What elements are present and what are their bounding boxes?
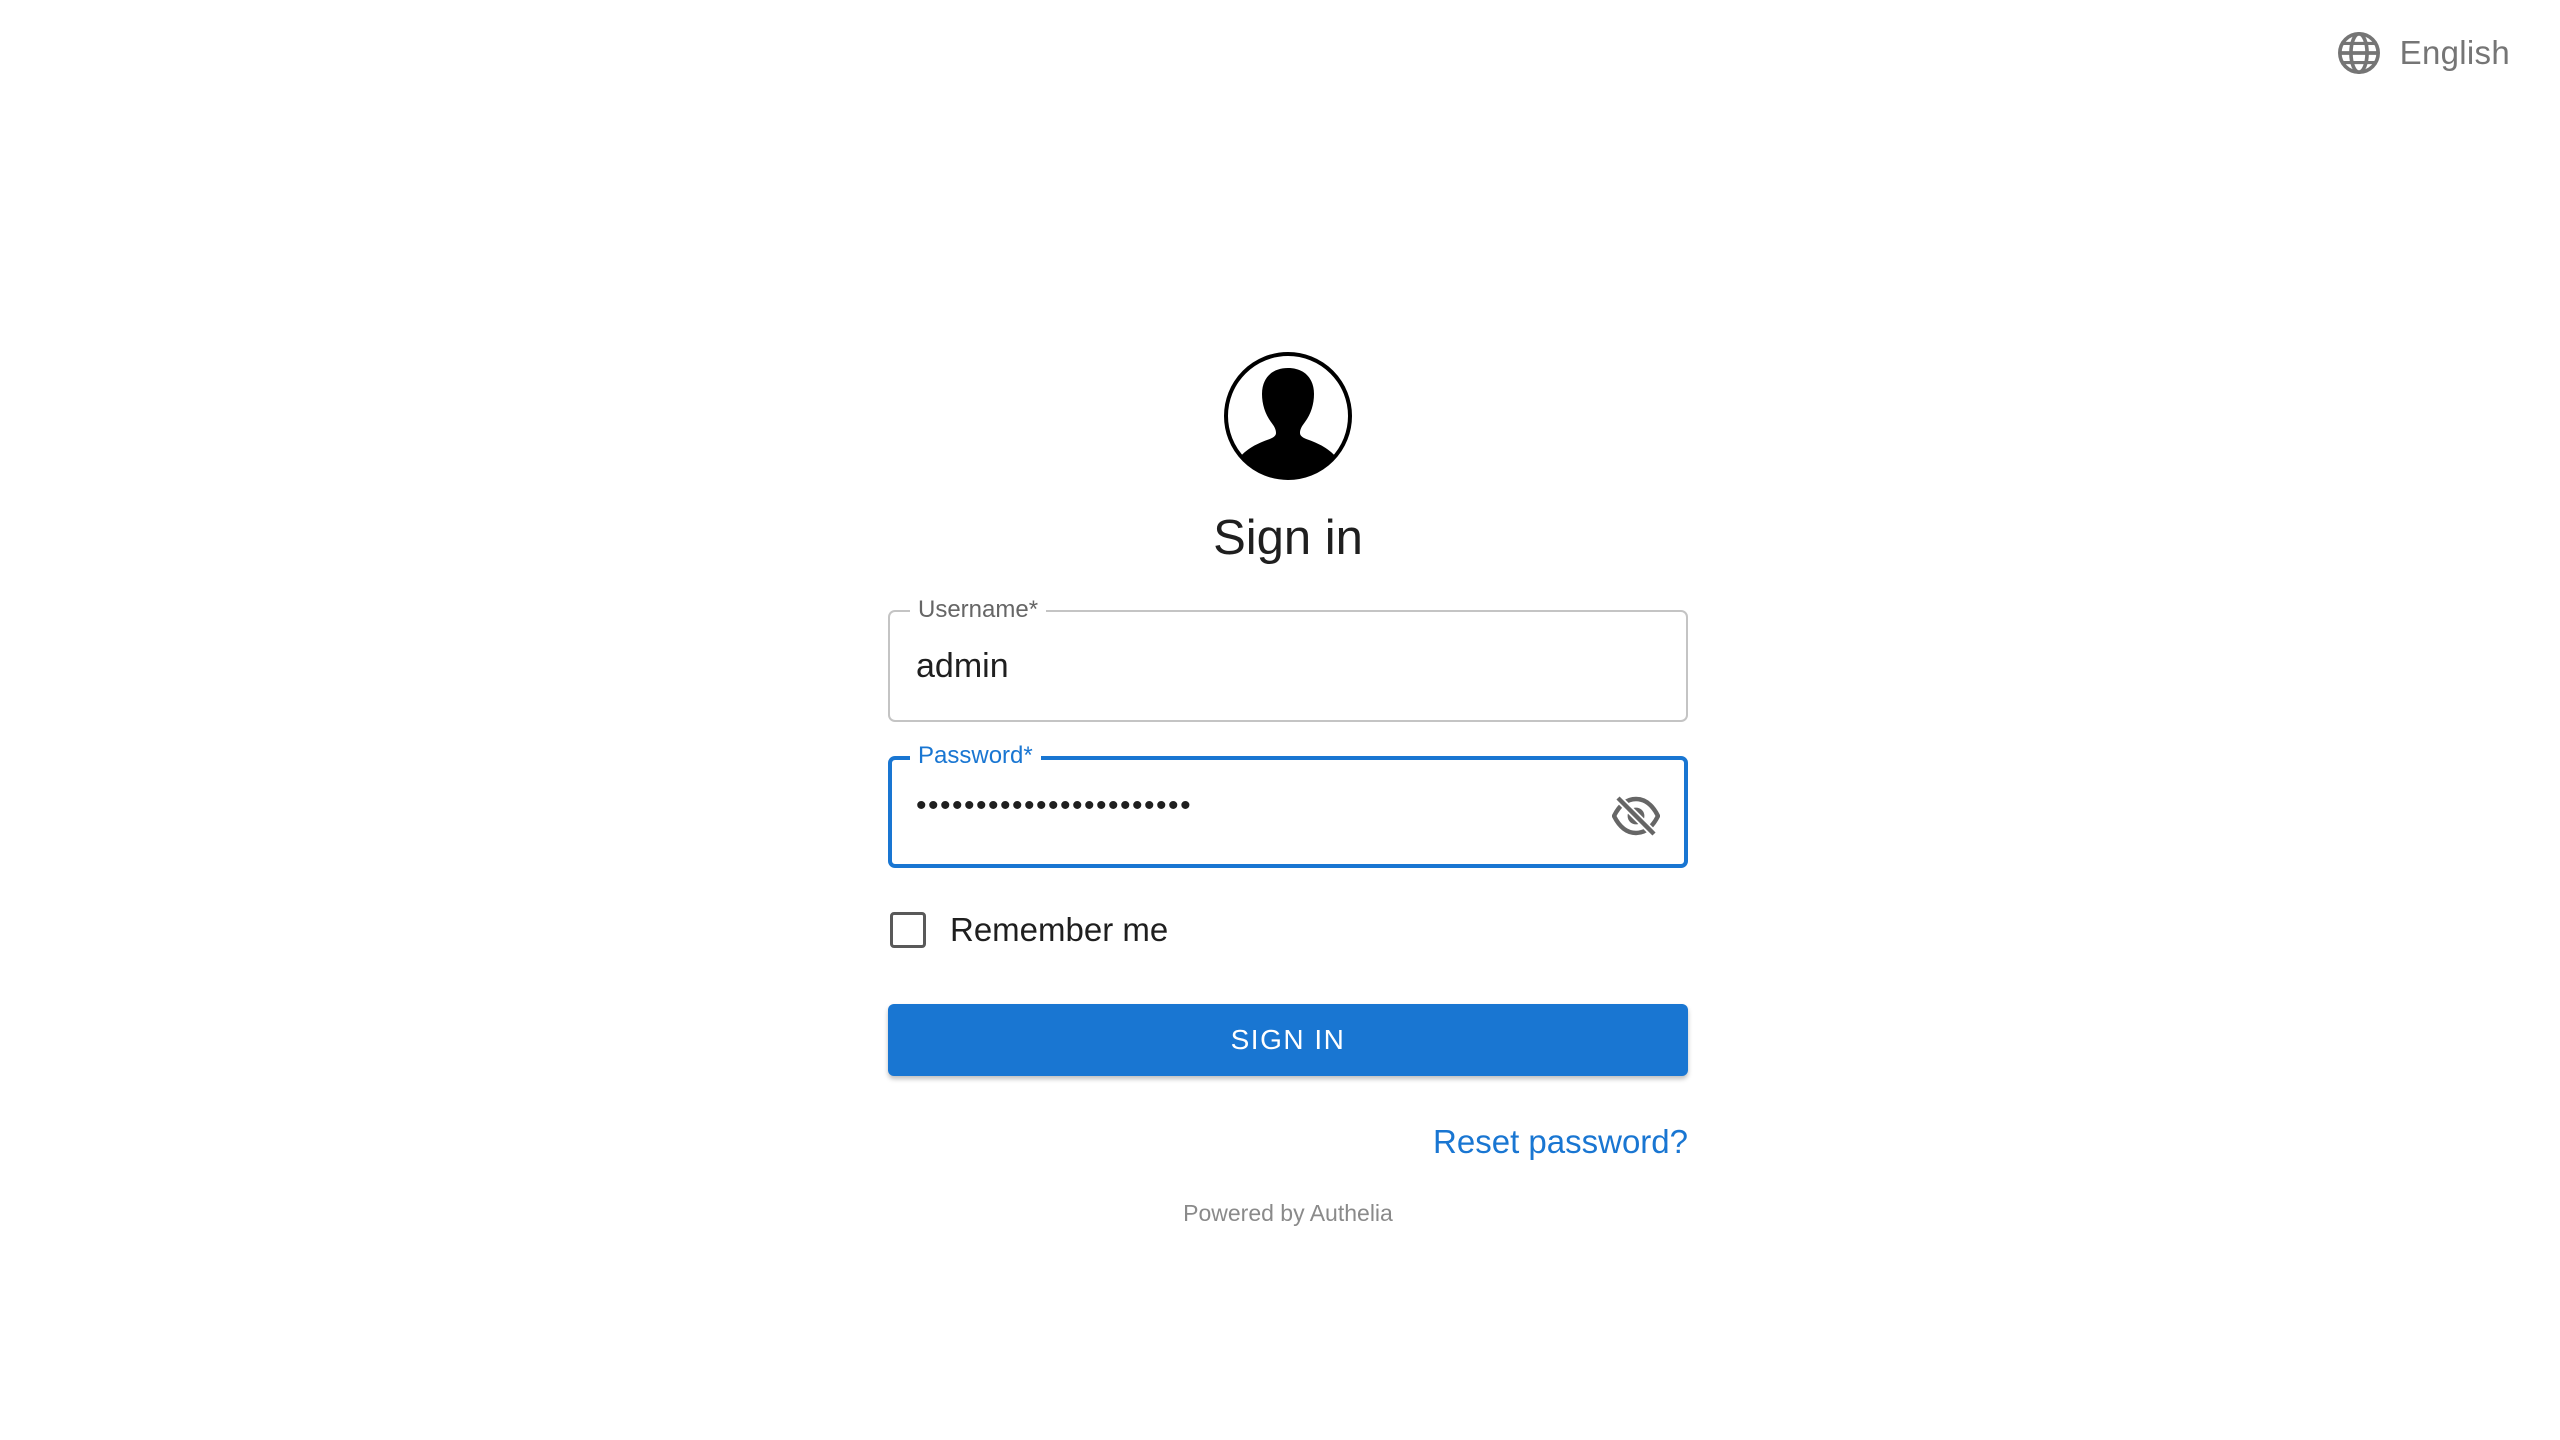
password-field[interactable]: Password* ••••••••••••••••••••••• xyxy=(888,742,1688,868)
remember-me-label: Remember me xyxy=(950,911,1169,948)
page-title: Sign in xyxy=(1213,511,1363,565)
user-avatar-icon xyxy=(1222,350,1354,482)
username-field[interactable]: Username* admin xyxy=(888,596,1688,722)
powered-by-footer: Powered by Authelia xyxy=(1183,1200,1393,1226)
login-form: Sign in Username* admin Password* ••••••… xyxy=(888,350,1688,1227)
globe-icon xyxy=(2336,30,2382,76)
language-selector[interactable]: English xyxy=(2336,30,2510,76)
password-input[interactable]: ••••••••••••••••••••••• xyxy=(916,754,1192,858)
username-input[interactable]: admin xyxy=(916,612,1009,720)
eye-off-icon[interactable] xyxy=(1612,794,1660,838)
language-label: English xyxy=(2399,34,2510,71)
remember-me[interactable]: Remember me xyxy=(888,910,1688,950)
reset-password-link[interactable]: Reset password? xyxy=(888,1122,1688,1162)
sign-in-button[interactable]: SIGN IN xyxy=(888,1004,1688,1076)
remember-me-checkbox[interactable] xyxy=(890,912,926,948)
